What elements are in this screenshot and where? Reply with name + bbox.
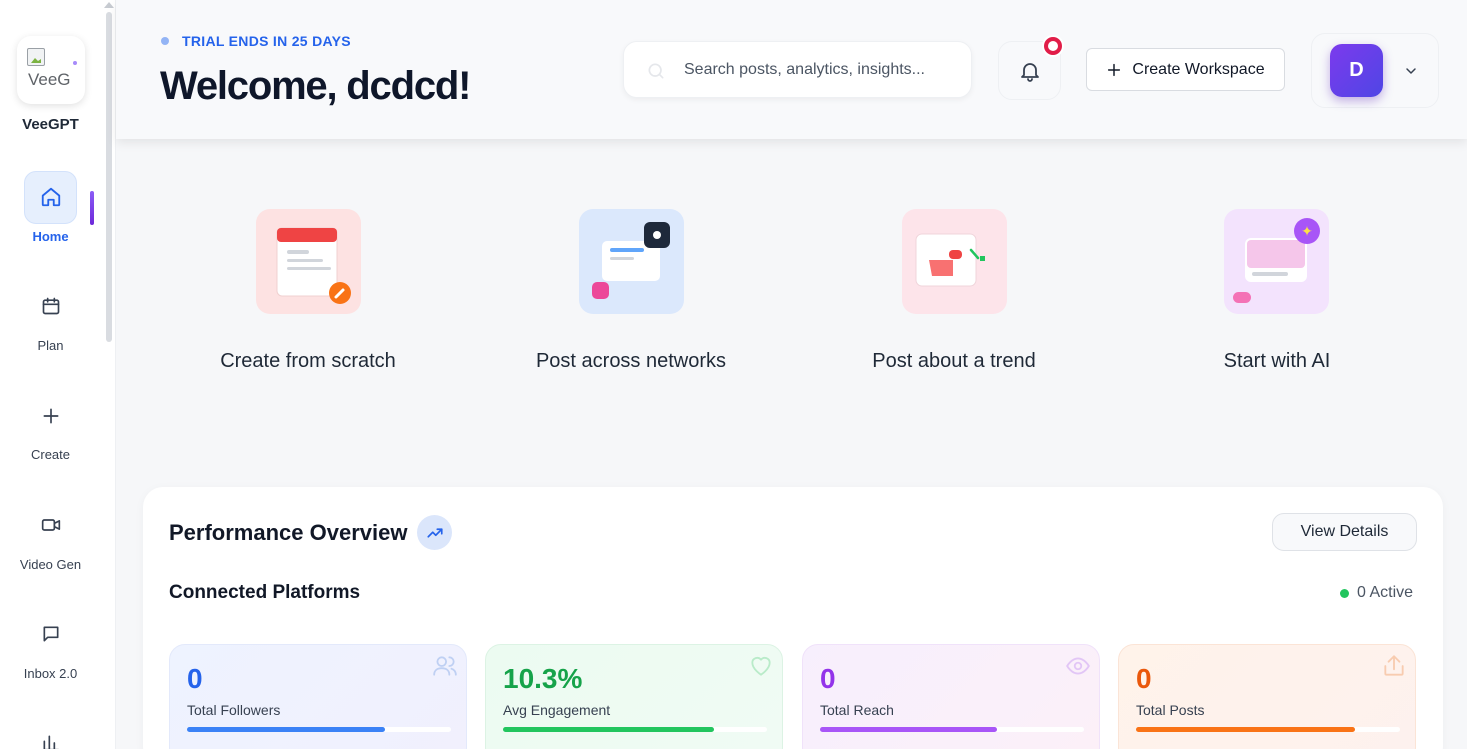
logo[interactable]: VeeG <box>17 36 85 104</box>
chat-icon[interactable] <box>36 619 66 649</box>
bell-icon <box>1020 62 1039 82</box>
plus-icon <box>1108 63 1121 76</box>
stat-label: Total Reach <box>820 702 894 718</box>
stat-progress-track <box>1136 727 1400 732</box>
performance-title: Performance Overview <box>169 520 408 545</box>
logo-dot <box>73 61 77 65</box>
stat-value: 10.3% <box>503 663 583 694</box>
trial-indicator-dot <box>161 37 169 45</box>
active-count: 0 Active <box>1357 584 1414 601</box>
page-title: Welcome, dcdcd! <box>160 64 471 108</box>
stat-progress-fill <box>1136 727 1356 732</box>
svg-text:✦: ✦ <box>1301 223 1313 239</box>
broken-image-icon <box>27 48 45 66</box>
stat-progress-fill <box>820 727 997 732</box>
stat-value: 0 <box>187 663 203 694</box>
sidebar-item-label-create[interactable]: Create <box>0 447 101 462</box>
calendar-icon[interactable] <box>36 291 66 321</box>
quick-action-label: Post about a trend <box>872 350 1036 372</box>
home-icon[interactable] <box>36 182 66 212</box>
create-from-scratch-icon[interactable] <box>256 209 361 314</box>
heart-icon <box>751 657 771 676</box>
post-about-trend-icon[interactable] <box>902 209 1007 314</box>
stat-card-followers[interactable]: 0 Total Followers <box>169 644 467 749</box>
search-input[interactable] <box>684 58 954 82</box>
profile-menu[interactable]: D <box>1311 33 1439 108</box>
stat-progress-track <box>503 727 767 732</box>
stat-progress-track <box>187 727 451 732</box>
quick-action-label: Create from scratch <box>220 350 396 372</box>
stat-label: Total Posts <box>1136 702 1205 718</box>
stat-value: 0 <box>1136 663 1152 694</box>
header: TRIAL ENDS IN 25 DAYS Welcome, dcdcd! Cr… <box>116 0 1467 139</box>
stat-progress-fill <box>187 727 385 732</box>
brand-name: VeeGPT <box>22 116 79 133</box>
stat-progress-fill <box>503 727 715 732</box>
connected-platforms-title: Connected Platforms <box>169 582 361 603</box>
stat-label: Avg Engagement <box>503 702 611 718</box>
create-workspace-button[interactable]: Create Workspace <box>1086 48 1285 91</box>
quick-action-label: Start with AI <box>1223 350 1331 372</box>
video-icon[interactable] <box>36 510 66 540</box>
users-icon <box>433 656 457 676</box>
search-bar[interactable] <box>623 41 972 98</box>
avatar[interactable]: D <box>1330 44 1383 97</box>
sidebar-item-label-video-gen[interactable]: Video Gen <box>0 557 101 572</box>
sidebar-item-label-inbox[interactable]: Inbox 2.0 <box>0 666 101 681</box>
trial-banner: TRIAL ENDS IN 25 DAYS <box>182 33 351 49</box>
stat-card-posts[interactable]: 0 Total Posts <box>1118 644 1416 749</box>
sidebar-item-label-plan[interactable]: Plan <box>0 338 101 353</box>
post-across-networks-icon[interactable] <box>579 209 684 314</box>
analytics-icon[interactable] <box>36 728 66 749</box>
plus-icon[interactable] <box>36 401 66 431</box>
stat-value: 0 <box>820 663 836 694</box>
active-status-dot <box>1340 589 1349 598</box>
sidebar: VeeG VeeGPT Home Plan Create Video Gen I… <box>0 0 116 749</box>
stat-card-engagement[interactable]: 10.3% Avg Engagement <box>485 644 783 749</box>
active-indicator <box>90 191 94 225</box>
eye-icon <box>1066 657 1090 675</box>
stat-label: Total Followers <box>187 702 281 718</box>
logo-alt-text: VeeG <box>28 70 71 89</box>
notification-badge <box>1042 35 1064 57</box>
quick-action-label: Post across networks <box>535 350 727 372</box>
create-workspace-label: Create Workspace <box>1132 60 1265 78</box>
chevron-down-icon[interactable] <box>1403 63 1419 79</box>
search-icon <box>646 61 666 86</box>
performance-overview-card: Performance Overview View Details Connec… <box>143 487 1443 749</box>
sidebar-scrollbar[interactable] <box>106 12 112 342</box>
share-icon <box>1384 655 1404 676</box>
stat-progress-track <box>820 727 1084 732</box>
scroll-up-arrow[interactable] <box>104 2 114 8</box>
sidebar-item-label-home[interactable]: Home <box>0 229 101 244</box>
trending-up-icon[interactable] <box>417 515 452 550</box>
start-with-ai-icon[interactable]: ✦ <box>1224 209 1329 314</box>
view-details-button[interactable]: View Details <box>1272 513 1417 551</box>
stat-card-reach[interactable]: 0 Total Reach <box>802 644 1100 749</box>
